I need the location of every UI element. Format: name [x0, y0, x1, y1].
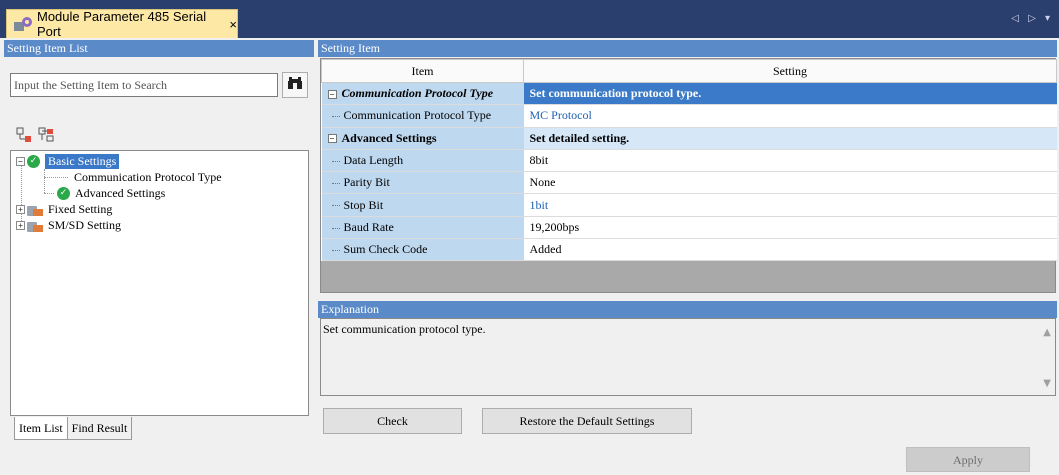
table-row[interactable]: Parity Bit None [321, 171, 1057, 195]
setting-value[interactable]: None [523, 171, 1057, 195]
check-button[interactable]: Check [323, 408, 462, 434]
item-label: Sum Check Code [321, 238, 524, 262]
explanation-text: Set communication protocol type. [323, 322, 486, 336]
scroll-up-icon[interactable]: ▲ [1043, 327, 1051, 338]
tree-toolbar [16, 127, 54, 143]
setting-value[interactable]: 1bit [523, 193, 1057, 217]
group-description: Set detailed setting. [523, 127, 1057, 150]
close-icon[interactable]: × [229, 17, 237, 32]
tree-node-communication-protocol-type[interactable]: Communication Protocol Type [74, 169, 222, 185]
expand-all-icon[interactable] [16, 127, 32, 143]
item-label: Data Length [321, 149, 524, 173]
group-row-communication-protocol-type[interactable]: − Communication Protocol Type Set communi… [321, 82, 1057, 106]
search-button[interactable] [282, 72, 308, 98]
table-row[interactable]: Data Length 8bit [321, 149, 1057, 173]
setting-value[interactable]: Added [523, 238, 1057, 262]
group-name: Communication Protocol Type [341, 86, 494, 101]
group-description: Set communication protocol type. [523, 82, 1057, 106]
document-tab-strip: Module Parameter 485 Serial Port × ◁ ▷ ▾ [0, 0, 1059, 39]
tree-node-label: Basic Settings [45, 153, 120, 169]
tree-node-smsd-setting[interactable]: + SM/SD Setting [16, 217, 121, 233]
collapse-icon[interactable]: − [16, 156, 25, 166]
tab-navigation-controls[interactable]: ◁ ▷ ▾ [1011, 13, 1053, 24]
tree-line [44, 193, 54, 194]
collapse-icon[interactable]: − [327, 134, 337, 144]
expand-icon[interactable]: + [16, 204, 25, 214]
expand-icon[interactable]: + [16, 220, 25, 230]
tree-line [44, 177, 68, 178]
setting-value[interactable]: 19,200bps [523, 216, 1057, 240]
tree-node-label: Communication Protocol Type [74, 169, 222, 184]
tab-module-parameter[interactable]: Module Parameter 485 Serial Port × [6, 9, 238, 39]
tab-find-result[interactable]: Find Result [67, 417, 133, 440]
tab-title: Module Parameter 485 Serial Port [37, 9, 207, 39]
tree-node-label: SM/SD Setting [48, 217, 122, 232]
item-label: Parity Bit [321, 171, 524, 195]
setting-item-list-panel: − ✓ Basic Settings Communication Protoco… [4, 57, 314, 444]
item-label: Baud Rate [321, 216, 524, 240]
column-header-setting: Setting [523, 59, 1057, 83]
setting-tree: − ✓ Basic Settings Communication Protoco… [10, 150, 309, 416]
table-row[interactable]: Communication Protocol Type MC Protocol [321, 104, 1057, 128]
table-row[interactable]: Stop Bit 1bit [321, 193, 1057, 217]
scroll-down-icon[interactable]: ▼ [1043, 378, 1051, 389]
search-input[interactable] [10, 73, 278, 97]
tree-node-basic-settings[interactable]: − ✓ Basic Settings [16, 153, 120, 169]
bottom-tabs: Item List Find Result [14, 417, 133, 440]
binoculars-icon [287, 76, 303, 95]
tree-node-label: Advanced Settings [75, 185, 166, 200]
item-label: Communication Protocol Type [321, 104, 524, 128]
group-name: Advanced Settings [341, 130, 437, 145]
module-folder-icon [27, 219, 43, 232]
setting-grid: Item Setting − Communication Protocol Typ… [320, 58, 1057, 293]
restore-default-settings-button[interactable]: Restore the Default Settings [482, 408, 692, 434]
setting-value[interactable]: 8bit [523, 149, 1057, 173]
explanation-header: Explanation [318, 301, 1057, 318]
column-header-item: Item [321, 59, 524, 83]
setting-value[interactable]: MC Protocol [523, 104, 1057, 128]
group-row-advanced-settings[interactable]: − Advanced Settings Set detailed setting. [321, 127, 1057, 150]
table-row[interactable]: Sum Check Code Added [321, 238, 1057, 262]
setting-item-list-header: Setting Item List [4, 40, 314, 57]
module-folder-icon [27, 203, 43, 216]
check-ok-icon: ✓ [57, 186, 70, 200]
grid-header-row: Item Setting [321, 59, 1057, 83]
module-parameter-icon [13, 16, 33, 32]
item-label: Stop Bit [321, 193, 524, 217]
tab-item-list[interactable]: Item List [14, 417, 68, 440]
setting-item-header: Setting Item [318, 40, 1057, 57]
collapse-icon[interactable]: − [327, 89, 337, 99]
tree-node-advanced-settings[interactable]: ✓ Advanced Settings [57, 185, 165, 201]
table-row[interactable]: Baud Rate 19,200bps [321, 216, 1057, 240]
apply-button[interactable]: Apply [906, 447, 1030, 472]
collapse-all-icon[interactable] [38, 127, 54, 143]
tree-node-label: Fixed Setting [48, 201, 113, 216]
check-ok-icon: ✓ [27, 154, 40, 168]
tree-node-fixed-setting[interactable]: + Fixed Setting [16, 201, 112, 217]
explanation-box: Set communication protocol type. ▲ ▼ [320, 318, 1056, 396]
tree-line [44, 169, 45, 193]
